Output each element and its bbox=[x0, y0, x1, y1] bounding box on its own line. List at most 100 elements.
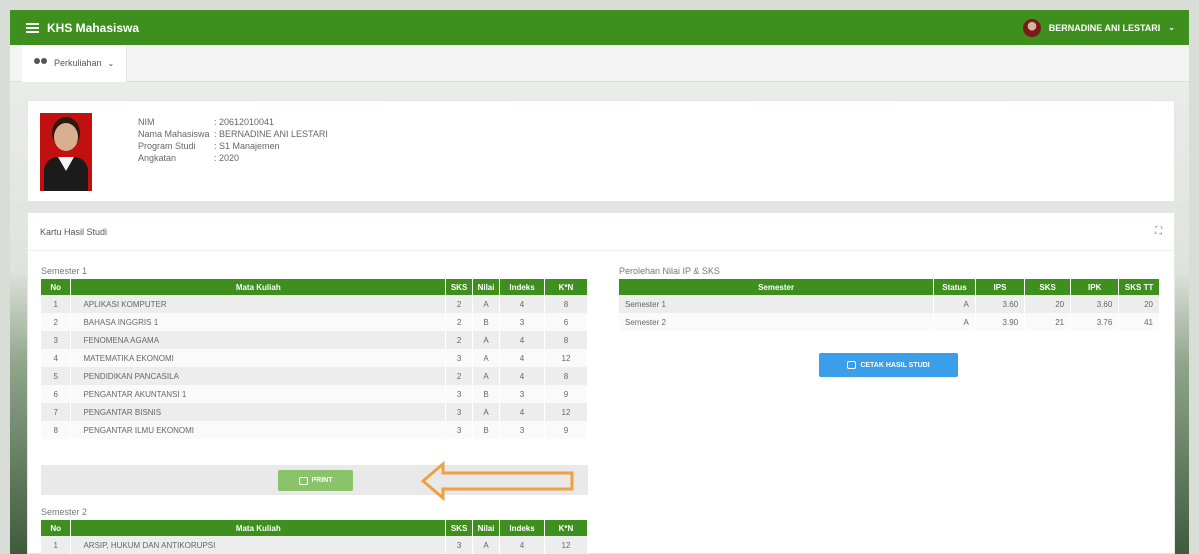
cell-indeks: 4 bbox=[499, 331, 545, 349]
cell-semester: Semester 1 bbox=[619, 295, 935, 313]
hamburger-menu-icon[interactable] bbox=[26, 22, 39, 33]
khs-card: Kartu Hasil Studi ⛶ Semester 1 No Mata K… bbox=[27, 212, 1175, 554]
semester2-label: Semester 2 bbox=[41, 507, 88, 517]
user-avatar[interactable] bbox=[1022, 18, 1041, 37]
col-no: No bbox=[41, 279, 72, 295]
cell-sks: 3 bbox=[445, 349, 474, 367]
cell-ipk: 3.76 bbox=[1070, 313, 1120, 331]
printer-icon bbox=[847, 361, 857, 369]
cell-sks: 3 bbox=[445, 385, 474, 403]
cell-no: 8 bbox=[41, 421, 72, 439]
menu-perkuliahan[interactable]: Perkuliahan ⌄ bbox=[22, 44, 128, 82]
col-sks-tt: SKS TT bbox=[1118, 279, 1160, 295]
table-row: 1 APLIKASI KOMPUTER 2 A 4 8 bbox=[41, 295, 588, 313]
cell-no: 3 bbox=[41, 331, 72, 349]
annotation-arrow-icon bbox=[421, 461, 574, 501]
col-sks: SKS bbox=[1024, 279, 1072, 295]
student-photo bbox=[40, 113, 92, 191]
table-row: 3 FENOMENA AGAMA 2 A 4 8 bbox=[41, 331, 588, 349]
col-ips: IPS bbox=[975, 279, 1026, 295]
cell-kn: 12 bbox=[544, 349, 588, 367]
cetak-button-label[interactable]: CETAK HASIL STUDI bbox=[860, 362, 929, 369]
cell-sks: 3 bbox=[445, 421, 474, 439]
col-kn: K*N bbox=[544, 520, 588, 536]
cetak-hasil-studi-button[interactable]: CETAK HASIL STUDI bbox=[819, 353, 958, 377]
semester1-table: No Mata Kuliah SKS Nilai Indeks K*N 1 AP… bbox=[41, 279, 588, 439]
cell-ips: 3.90 bbox=[975, 313, 1026, 331]
user-menu[interactable]: BERNADINE ANI LESTARI ⌄ bbox=[1022, 18, 1175, 37]
profile-row-nim: NIM : 20612010041 bbox=[138, 116, 328, 128]
col-ipk: IPK bbox=[1070, 279, 1120, 295]
cell-mata-kuliah: MATEMATIKA EKONOMI bbox=[70, 349, 447, 367]
cell-sks: 21 bbox=[1024, 313, 1072, 331]
cell-sks: 2 bbox=[445, 367, 474, 385]
cell-sks-tt: 20 bbox=[1118, 295, 1160, 313]
cell-sks: 20 bbox=[1024, 295, 1072, 313]
chevron-down-icon[interactable]: ⌄ bbox=[108, 59, 115, 68]
top-navbar: KHS Mahasiswa BERNADINE ANI LESTARI ⌄ bbox=[10, 10, 1189, 45]
sub-navbar: Perkuliahan ⌄ bbox=[10, 44, 1189, 82]
users-icon bbox=[34, 58, 48, 68]
nim-label: NIM bbox=[138, 117, 155, 127]
expand-icon[interactable]: ⛶ bbox=[1155, 226, 1162, 237]
cell-kn: 6 bbox=[544, 313, 588, 331]
col-sks: SKS bbox=[445, 279, 474, 295]
cell-nilai: B bbox=[472, 385, 501, 403]
cell-mata-kuliah: PENGANTAR BISNIS bbox=[70, 403, 447, 421]
prodi-label: Program Studi bbox=[138, 141, 196, 151]
cell-kn: 12 bbox=[544, 536, 588, 554]
table-row: 8 PENGANTAR ILMU EKONOMI 3 B 3 9 bbox=[41, 421, 588, 439]
table-header-row: No Mata Kuliah SKS Nilai Indeks K*N bbox=[41, 520, 588, 536]
cell-indeks: 3 bbox=[499, 313, 545, 331]
table-row: 2 BAHASA INGGRIS 1 2 B 3 6 bbox=[41, 313, 588, 331]
cell-nilai: A bbox=[472, 536, 501, 554]
cell-kn: 8 bbox=[544, 331, 588, 349]
cell-kn: 9 bbox=[544, 421, 588, 439]
col-status: Status bbox=[933, 279, 976, 295]
chevron-down-icon[interactable]: ⌄ bbox=[1168, 23, 1175, 32]
print-button[interactable]: PRINT bbox=[278, 470, 353, 491]
menu-perkuliahan-label[interactable]: Perkuliahan bbox=[54, 58, 102, 68]
cell-mata-kuliah: FENOMENA AGAMA bbox=[70, 331, 447, 349]
cell-indeks: 4 bbox=[499, 367, 545, 385]
cell-kn: 8 bbox=[544, 295, 588, 313]
cell-status: A bbox=[933, 313, 976, 331]
col-no: No bbox=[41, 520, 72, 536]
card-header: Kartu Hasil Studi ⛶ bbox=[28, 213, 1174, 251]
cell-mata-kuliah: PENGANTAR AKUNTANSI 1 bbox=[70, 385, 447, 403]
profile-row-nama: Nama Mahasiswa : BERNADINE ANI LESTARI bbox=[138, 128, 328, 140]
cell-indeks: 4 bbox=[499, 349, 545, 367]
profile-row-prodi: Program Studi : S1 Manajemen bbox=[138, 140, 328, 152]
navbar-left: KHS Mahasiswa bbox=[26, 21, 139, 35]
col-sks: SKS bbox=[445, 520, 474, 536]
table-row: 5 PENDIDIKAN PANCASILA 2 A 4 8 bbox=[41, 367, 588, 385]
table-header-row: No Mata Kuliah SKS Nilai Indeks K*N bbox=[41, 279, 588, 295]
cell-ips: 3.60 bbox=[975, 295, 1026, 313]
cell-kn: 9 bbox=[544, 385, 588, 403]
cell-kn: 12 bbox=[544, 403, 588, 421]
user-name[interactable]: BERNADINE ANI LESTARI bbox=[1049, 23, 1161, 33]
prodi-value: : S1 Manajemen bbox=[214, 141, 280, 151]
nama-value: : BERNADINE ANI LESTARI bbox=[214, 129, 328, 139]
cell-no: 5 bbox=[41, 367, 72, 385]
cell-sks: 3 bbox=[445, 536, 474, 554]
cell-no: 1 bbox=[41, 536, 72, 554]
cell-sks: 2 bbox=[445, 313, 474, 331]
cell-mata-kuliah: PENDIDIKAN PANCASILA bbox=[70, 367, 447, 385]
cell-ipk: 3.60 bbox=[1070, 295, 1120, 313]
cell-sks: 3 bbox=[445, 403, 474, 421]
col-indeks: Indeks bbox=[499, 279, 545, 295]
cell-no: 7 bbox=[41, 403, 72, 421]
angkatan-value: : 2020 bbox=[214, 153, 240, 163]
cell-nilai: A bbox=[472, 367, 501, 385]
col-indeks: Indeks bbox=[499, 520, 545, 536]
cell-nilai: B bbox=[472, 421, 501, 439]
cell-no: 4 bbox=[41, 349, 72, 367]
table-header-row: Semester Status IPS SKS IPK SKS TT bbox=[619, 279, 1160, 295]
print-button-label[interactable]: PRINT bbox=[312, 477, 333, 484]
cell-sks: 2 bbox=[445, 331, 474, 349]
student-profile-card: NIM : 20612010041 Nama Mahasiswa : BERNA… bbox=[27, 100, 1175, 202]
cell-status: A bbox=[933, 295, 976, 313]
cell-indeks: 4 bbox=[499, 536, 545, 554]
cell-nilai: A bbox=[472, 331, 501, 349]
